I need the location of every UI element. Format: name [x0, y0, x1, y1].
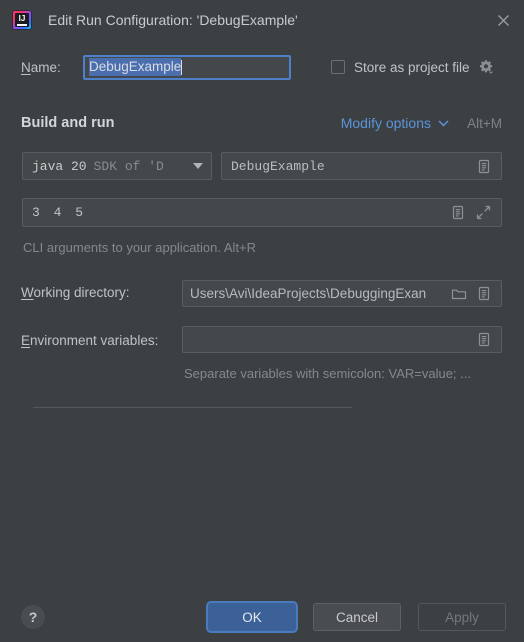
dialog-title: Edit Run Configuration: 'DebugExample': [48, 12, 298, 28]
working-directory-value: Users\Avi\IdeaProjects\DebuggingExan: [190, 286, 427, 301]
store-as-project-file-checkbox[interactable]: [331, 60, 345, 74]
name-label: Name:: [21, 59, 61, 75]
build-and-run-heading: Build and run: [21, 115, 115, 131]
chevron-down-icon[interactable]: [193, 163, 203, 169]
environment-variables-input[interactable]: [182, 326, 502, 353]
name-input-value: DebugExample: [89, 58, 182, 76]
intellij-idea-icon: IJ: [13, 11, 31, 29]
modify-options-link[interactable]: Modify options: [341, 115, 449, 131]
modify-options-label: Modify options: [340, 115, 431, 131]
jdk-detail: SDK of 'D: [93, 158, 164, 174]
gear-icon[interactable]: [478, 59, 494, 75]
main-class-input[interactable]: DebugExample: [221, 152, 502, 180]
store-as-project-file-label: Store as project file: [354, 59, 470, 75]
text-caret: [181, 59, 183, 75]
dialog-titlebar: IJ Edit Run Configuration: 'DebugExample…: [0, 0, 524, 40]
store-as-project-file-row: Store as project file: [331, 56, 494, 78]
edit-run-configuration-dialog: IJ Edit Run Configuration: 'DebugExample…: [0, 0, 524, 642]
cancel-button[interactable]: Cancel: [313, 603, 401, 631]
ok-button[interactable]: OK: [208, 603, 296, 631]
main-class-value: DebugExample: [231, 158, 325, 174]
name-input[interactable]: DebugExample: [83, 54, 291, 80]
apply-button: Apply: [418, 603, 506, 631]
list-icon[interactable]: [475, 157, 493, 175]
working-directory-label: Working directory:: [21, 285, 130, 300]
section-divider: [33, 407, 352, 408]
modify-options-shortcut: Alt+M: [467, 116, 502, 131]
folder-icon[interactable]: [450, 285, 468, 303]
environment-variables-hint: Separate variables with semicolon: VAR=v…: [184, 366, 471, 381]
environment-variables-label: Environment variables:: [21, 333, 159, 348]
expand-icon[interactable]: [474, 204, 492, 222]
list-icon[interactable]: [449, 204, 467, 222]
jdk-name: java 20: [32, 158, 87, 174]
working-directory-input[interactable]: Users\Avi\IdeaProjects\DebuggingExan: [182, 280, 502, 307]
jdk-selector[interactable]: java 20 SDK of 'D: [22, 152, 212, 180]
close-icon[interactable]: [490, 8, 516, 32]
chevron-down-icon: [438, 119, 449, 127]
program-arguments-value: 3 4 5: [32, 205, 87, 220]
program-arguments-hint: CLI arguments to your application. Alt+R: [23, 240, 257, 255]
list-icon[interactable]: [475, 331, 493, 349]
list-icon[interactable]: [475, 285, 493, 303]
program-arguments-input[interactable]: 3 4 5: [22, 198, 502, 227]
help-button[interactable]: ?: [21, 605, 45, 629]
